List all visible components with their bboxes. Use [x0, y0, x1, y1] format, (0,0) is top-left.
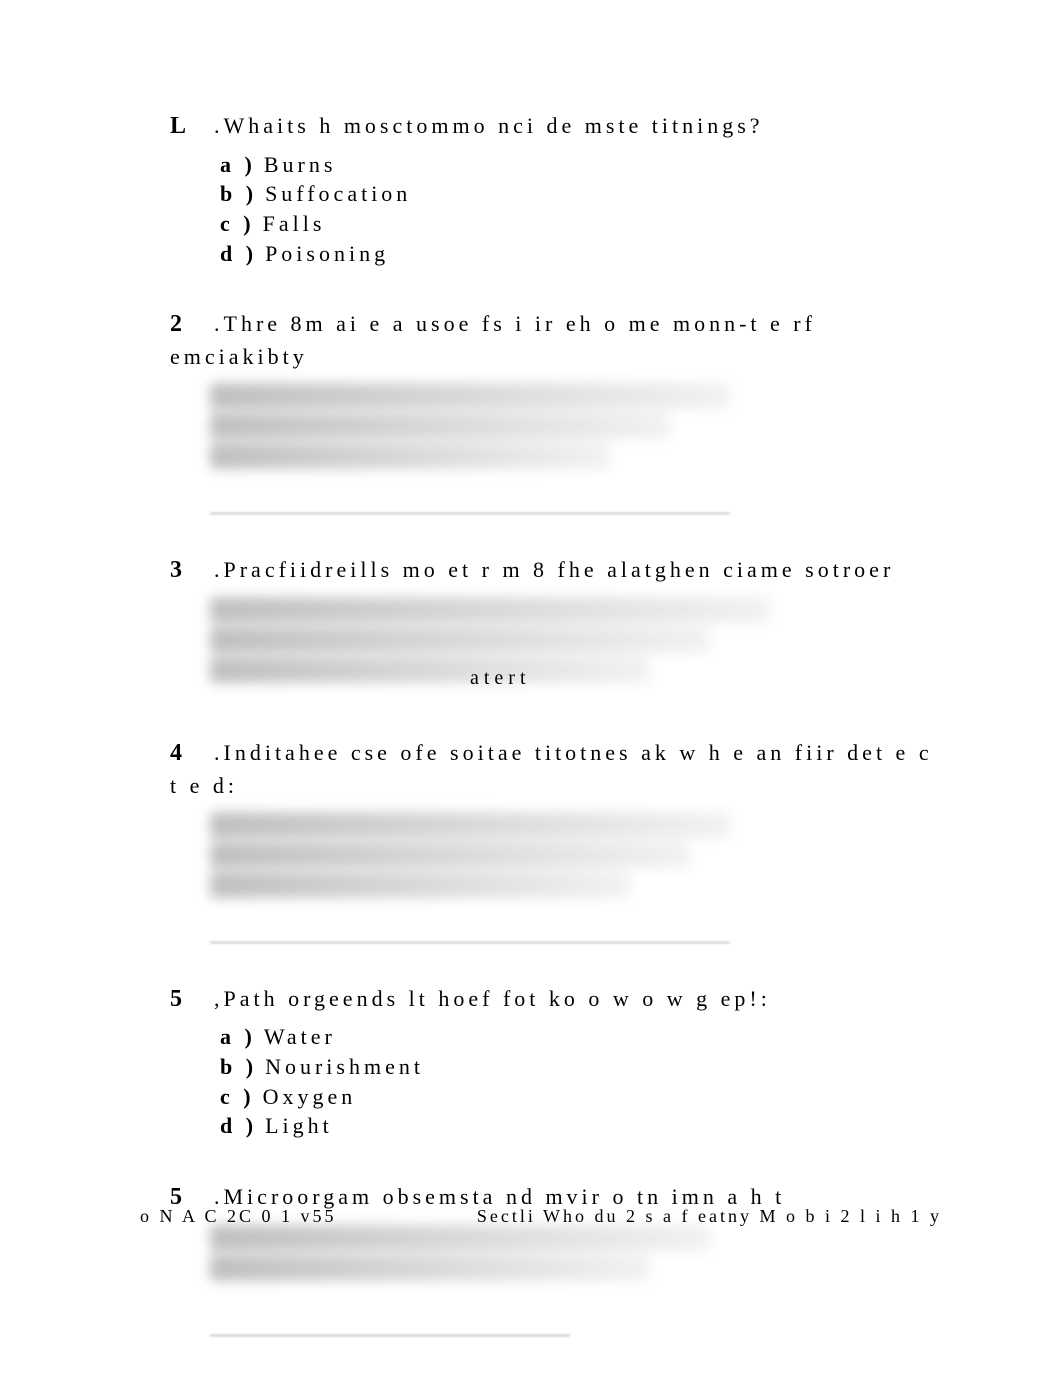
rule-4	[210, 942, 730, 943]
opt-letter: c )	[220, 1084, 255, 1109]
q4-text: .Inditahee cse ofe soitae titotnes ak w …	[170, 740, 933, 798]
hidden-content-3: atert	[210, 597, 942, 697]
opt-letter: b )	[220, 1054, 257, 1079]
opt-label: Poisoning	[265, 241, 389, 266]
opt-label: Falls	[263, 211, 326, 236]
q5-options: a ) Water b ) Nourishment c ) Oxygen d ) Lig…	[220, 1022, 942, 1141]
opt-label: Light	[265, 1113, 333, 1138]
q1-number: L	[170, 110, 200, 144]
opt-letter: d )	[220, 241, 257, 266]
q5-text-line: 5 ,Path orgeends lt hoef fot ko o w o w g…	[170, 983, 942, 1017]
hidden-content-5b	[210, 1225, 942, 1315]
q1-option-a: a ) Burns	[220, 150, 942, 180]
page-footer: o N A C 2C 0 1 v55 Sectli Who du 2 s a f…	[140, 1206, 942, 1227]
q5-option-c: c ) Oxygen	[220, 1082, 942, 1112]
q1-option-d: d ) Poisoning	[220, 239, 942, 269]
question-4: 4.Inditahee cse ofe soitae titotnes ak w…	[170, 737, 942, 942]
hidden-content-2	[210, 383, 942, 493]
footer-left: o N A C 2C 0 1 v55	[140, 1206, 337, 1227]
q1-option-c: c ) Falls	[220, 209, 942, 239]
footer-right: Sectli Who du 2 s a f eatny M o b i 2 l …	[477, 1206, 942, 1227]
opt-label: Oxygen	[263, 1084, 357, 1109]
rule-5b	[210, 1335, 570, 1336]
q3-text-line: 3 .Pracfiidreills mo et r m 8 fhe alatghe…	[170, 554, 942, 588]
q5-option-a: a ) Water	[220, 1022, 942, 1052]
opt-letter: a )	[220, 152, 256, 177]
q2-number: 2	[170, 308, 200, 342]
question-2: 2.Thre 8m ai e a usoe fs i ir eh o me mo…	[170, 308, 942, 513]
rule-2	[210, 513, 730, 514]
opt-letter: b )	[220, 181, 257, 206]
q5-option-d: d ) Light	[220, 1111, 942, 1141]
document-page: L .Whaits h mosctommo nci de mste titning…	[0, 0, 1062, 1377]
opt-label: Nourishment	[265, 1054, 424, 1079]
question-5: 5 ,Path orgeends lt hoef fot ko o w o w g…	[170, 983, 942, 1141]
question-5b: 5.Microorgam obsemsta nd mvir o tn imn a…	[170, 1181, 942, 1336]
q1-options: a ) Burns b ) Suffocation c ) Falls d ) Pois…	[220, 150, 942, 269]
q1-option-b: b ) Suffocation	[220, 179, 942, 209]
q2-text: .Thre 8m ai e a usoe fs i ir eh o me mon…	[170, 311, 816, 369]
hidden-content-4	[210, 812, 942, 922]
q5-number: 5	[170, 983, 200, 1017]
question-3: 3 .Pracfiidreills mo et r m 8 fhe alatghe…	[170, 554, 942, 698]
q3-number: 3	[170, 554, 200, 588]
opt-label: Suffocation	[265, 181, 411, 206]
opt-label: Burns	[264, 152, 337, 177]
opt-letter: c )	[220, 211, 255, 236]
question-1: L .Whaits h mosctommo nci de mste titning…	[170, 110, 942, 268]
q1-text: .Whaits h mosctommo nci de mste titnings…	[214, 113, 764, 138]
q1-text-line: L .Whaits h mosctommo nci de mste titning…	[170, 110, 942, 144]
q4-number: 4	[170, 737, 200, 771]
opt-label: Water	[264, 1024, 336, 1049]
q4-text-line: 4.Inditahee cse ofe soitae titotnes ak w…	[170, 737, 942, 801]
q2-text-line: 2.Thre 8m ai e a usoe fs i ir eh o me mo…	[170, 308, 942, 372]
opt-letter: d )	[220, 1113, 257, 1138]
q3-visible-word: atert	[470, 667, 531, 690]
q5-option-b: b ) Nourishment	[220, 1052, 942, 1082]
q5-text: ,Path orgeends lt hoef fot ko o w o w g …	[214, 986, 771, 1011]
opt-letter: a )	[220, 1024, 256, 1049]
q3-text: .Pracfiidreills mo et r m 8 fhe alatghen…	[214, 557, 894, 582]
